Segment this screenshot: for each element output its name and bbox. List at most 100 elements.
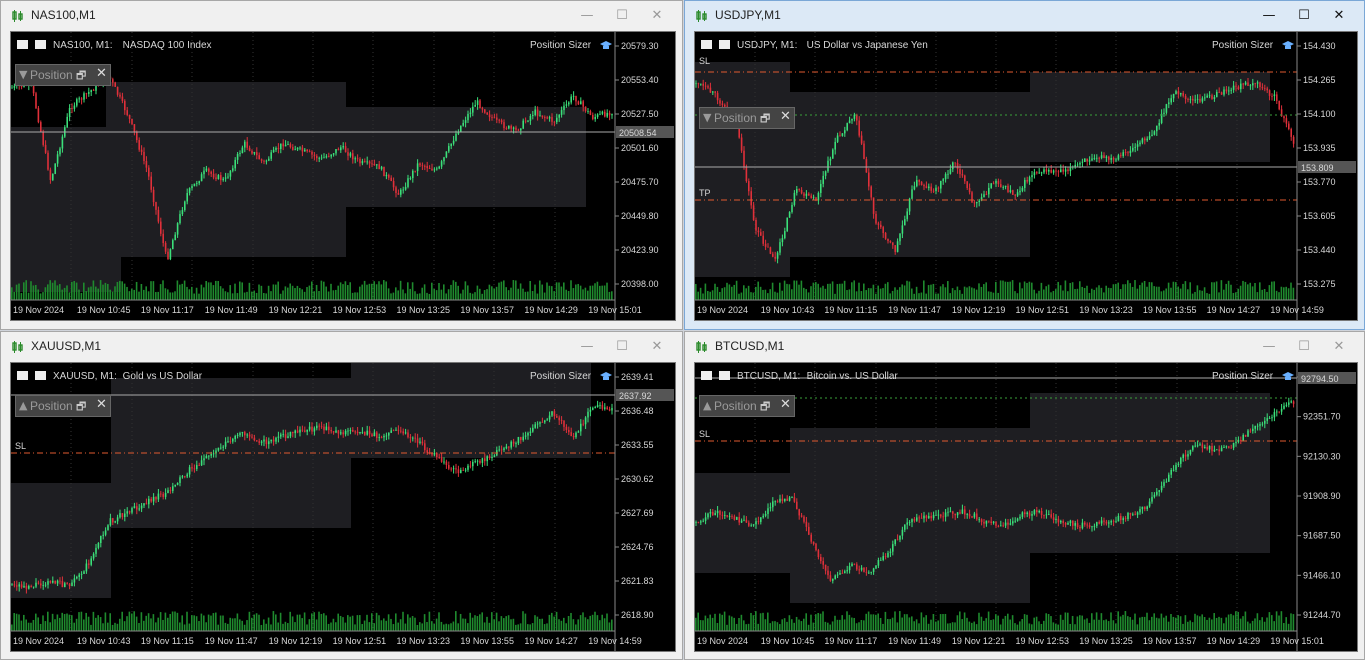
candle-body (719, 100, 721, 104)
restore-icon[interactable]: 🗗 (76, 67, 86, 86)
volume-bar (325, 286, 327, 300)
candle-body (275, 437, 277, 442)
price-chart[interactable]: SL92573.1092351.7092130.3091908.9091687.… (694, 362, 1358, 652)
panel-title: Position (30, 68, 73, 82)
candle-body (1218, 91, 1220, 93)
restore-icon[interactable]: 🗗 (76, 398, 86, 417)
candle-body (395, 429, 397, 431)
position-sizer-panel[interactable]: ▼ Position 🗗 ✕ (15, 64, 111, 86)
volume-bar (985, 618, 987, 631)
candle-body (112, 79, 114, 83)
candle-body (412, 170, 414, 179)
volume-bar (308, 619, 311, 631)
candle-body (875, 213, 877, 224)
window-titlebar[interactable]: USDJPY,M1 — ☐ ✕ (685, 1, 1364, 31)
volume-bar (543, 292, 546, 300)
candle-body (1050, 169, 1052, 173)
restore-icon[interactable]: 🗗 (760, 110, 770, 129)
close-button[interactable]: ✕ (647, 338, 667, 356)
candle-body (937, 514, 940, 516)
chart-window-nas100[interactable]: NAS100,M1 — ☐ ✕ 20579.30 20553.40 20527.50… (0, 0, 683, 330)
minimize-button[interactable]: — (1259, 7, 1279, 25)
volume-bar (306, 287, 308, 300)
volume-bar (1251, 620, 1254, 631)
close-button[interactable]: ✕ (1329, 7, 1349, 25)
close-icon[interactable]: ✕ (780, 397, 791, 412)
volume-bar (795, 280, 798, 300)
volume-bar (174, 611, 176, 631)
candle-body (467, 465, 469, 470)
price-chart[interactable]: SL 2639.41 2636.48 2633.55 2630.62 2627.69 262… (10, 362, 676, 652)
candle-body (270, 152, 272, 159)
volume-bar (906, 280, 908, 300)
candle-body (448, 146, 450, 152)
minimize-button[interactable]: — (577, 7, 597, 25)
minimize-button[interactable]: — (1259, 338, 1279, 356)
candle-body (844, 130, 846, 134)
chart-window-usdjpy[interactable]: USDJPY,M1 — ☐ ✕ SL TP 154.430 154.265 154.10… (684, 0, 1365, 330)
candle-body (944, 174, 947, 180)
candle-body (1117, 155, 1120, 160)
candle-body (1230, 89, 1232, 91)
collapse-arrow-icon[interactable]: ▼ (703, 111, 711, 124)
volume-bar (1227, 614, 1230, 631)
chart-canvas[interactable]: SLTP154.430154.265154.100153.935153.7701… (695, 32, 1357, 320)
volume-bar (601, 614, 603, 631)
candlestick-icon (12, 10, 23, 22)
volume-bar (553, 616, 555, 631)
candle-body (1220, 92, 1223, 95)
candle-body (488, 456, 491, 459)
volume-bar (1287, 623, 1290, 631)
maximize-button[interactable]: ☐ (1294, 7, 1314, 25)
candle-body (486, 456, 488, 462)
position-sizer-panel[interactable]: ▼ Position 🗗 ✕ (699, 107, 795, 129)
volume-bar (990, 291, 992, 300)
position-sizer-panel[interactable]: ▲ Position 🗗 ✕ (15, 395, 111, 417)
volume-bar (711, 617, 714, 631)
volume-bar (1239, 618, 1242, 631)
candle-body (584, 106, 587, 112)
close-button[interactable]: ✕ (647, 7, 667, 25)
window-titlebar[interactable]: XAUUSD,M1 — ☐ ✕ (1, 332, 682, 362)
volume-bar (85, 612, 87, 631)
restore-icon[interactable]: 🗗 (760, 398, 770, 417)
collapse-arrow-icon[interactable]: ▲ (19, 399, 27, 412)
collapse-arrow-icon[interactable]: ▲ (703, 399, 711, 412)
candle-body (952, 162, 954, 170)
volume-bar (1268, 285, 1271, 300)
collapse-arrow-icon[interactable]: ▼ (19, 68, 27, 81)
volume-bar (1071, 282, 1074, 300)
close-icon[interactable]: ✕ (780, 109, 791, 124)
volume-bar (903, 614, 906, 631)
close-icon[interactable]: ✕ (96, 66, 107, 81)
candle-body (20, 584, 23, 588)
price-tick-label: 2630.62 (621, 474, 654, 484)
window-titlebar[interactable]: NAS100,M1 — ☐ ✕ (1, 1, 682, 31)
price-chart[interactable]: 20579.30 20553.40 20527.50 20501.60 20475.70… (10, 31, 676, 321)
chart-window-xauusd[interactable]: XAUUSD,M1 — ☐ ✕ SL 2639.41 2636.48 2633.55 2… (0, 331, 683, 660)
candle-body (443, 157, 445, 162)
candle-body (575, 432, 577, 438)
session-block (1030, 393, 1270, 553)
position-sizer-panel[interactable]: ▲ Position 🗗 ✕ (699, 395, 795, 417)
maximize-button[interactable]: ☐ (1294, 338, 1314, 356)
volume-bar (512, 618, 515, 631)
maximize-button[interactable]: ☐ (612, 7, 632, 25)
candle-body (227, 176, 229, 178)
volume-bar (1290, 282, 1292, 300)
close-button[interactable]: ✕ (1329, 338, 1349, 356)
chart-window-btcusd[interactable]: BTCUSD,M1 — ☐ ✕ SL92573.1092351.7092130.… (684, 331, 1365, 660)
window-titlebar[interactable]: BTCUSD,M1 — ☐ ✕ (685, 332, 1364, 362)
volume-bar (37, 289, 39, 300)
maximize-button[interactable]: ☐ (612, 338, 632, 356)
candle-body (740, 137, 743, 151)
candle-body (208, 168, 210, 172)
price-chart[interactable]: SL TP 154.430 154.265 154.100 153.935 153.770 1… (694, 31, 1358, 321)
candle-body (563, 105, 565, 111)
volume-bar (440, 621, 443, 631)
volume-bar (1088, 622, 1091, 631)
candle-body (1074, 523, 1076, 526)
candle-body (935, 187, 937, 191)
close-icon[interactable]: ✕ (96, 397, 107, 412)
minimize-button[interactable]: — (577, 338, 597, 356)
